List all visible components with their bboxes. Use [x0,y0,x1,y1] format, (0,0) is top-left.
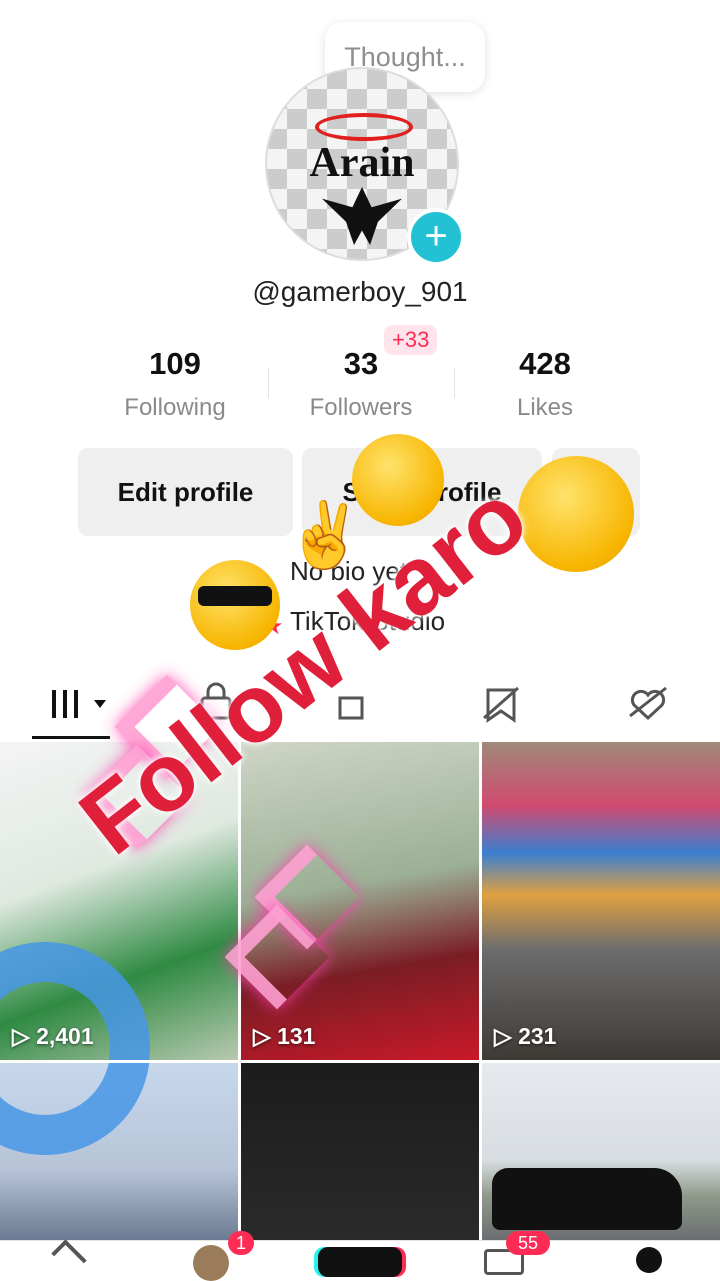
sunglasses-icon [198,586,272,606]
play-count: ▷ 131 [253,1023,316,1049]
active-tab-indicator [32,736,110,739]
add-avatar-button[interactable]: + [407,208,465,266]
stat-following[interactable]: 109 Following [90,346,260,422]
loading-ring [0,1063,150,1155]
profile-icon[interactable] [636,1247,662,1273]
grid-icon [52,690,106,718]
divider [454,368,455,398]
bookmark-hidden-icon [483,686,519,723]
stat-followers[interactable]: 33 Followers [276,346,446,422]
eagle-icon [322,187,402,245]
video-thumbnail[interactable] [0,1063,238,1240]
video-thumbnail[interactable] [241,1063,479,1240]
stat-value: 428 [519,346,571,381]
bottom-nav: 1 55 [0,1231,720,1281]
play-count: ▷ 231 [494,1023,557,1049]
stat-label: Likes [516,394,574,421]
friends-badge: 1 [228,1231,254,1255]
video-thumbnail[interactable]: ▷ 231 [482,742,720,1060]
username: @gamerboy_901 [252,276,468,307]
play-count: ▷ 2,401 [12,1023,94,1049]
home-icon[interactable] [51,1239,87,1275]
friends-avatar-icon[interactable] [193,1245,229,1281]
stat-label: Followers [309,394,413,421]
stat-value: 33 [343,346,379,381]
create-button[interactable] [318,1247,402,1277]
avatar-halo [315,113,413,141]
avatar-logo-text: Arain [309,140,415,186]
car-shape [492,1168,682,1230]
stat-likes[interactable]: 428 Likes [460,346,630,422]
edit-profile-button[interactable]: Edit profile [78,448,293,536]
heart-hidden-icon [629,686,667,721]
inbox-badge: 55 [506,1231,550,1255]
stat-value: 109 [149,346,201,381]
divider [268,368,269,398]
video-thumbnail[interactable] [482,1063,720,1240]
stat-label: Following [124,394,226,421]
